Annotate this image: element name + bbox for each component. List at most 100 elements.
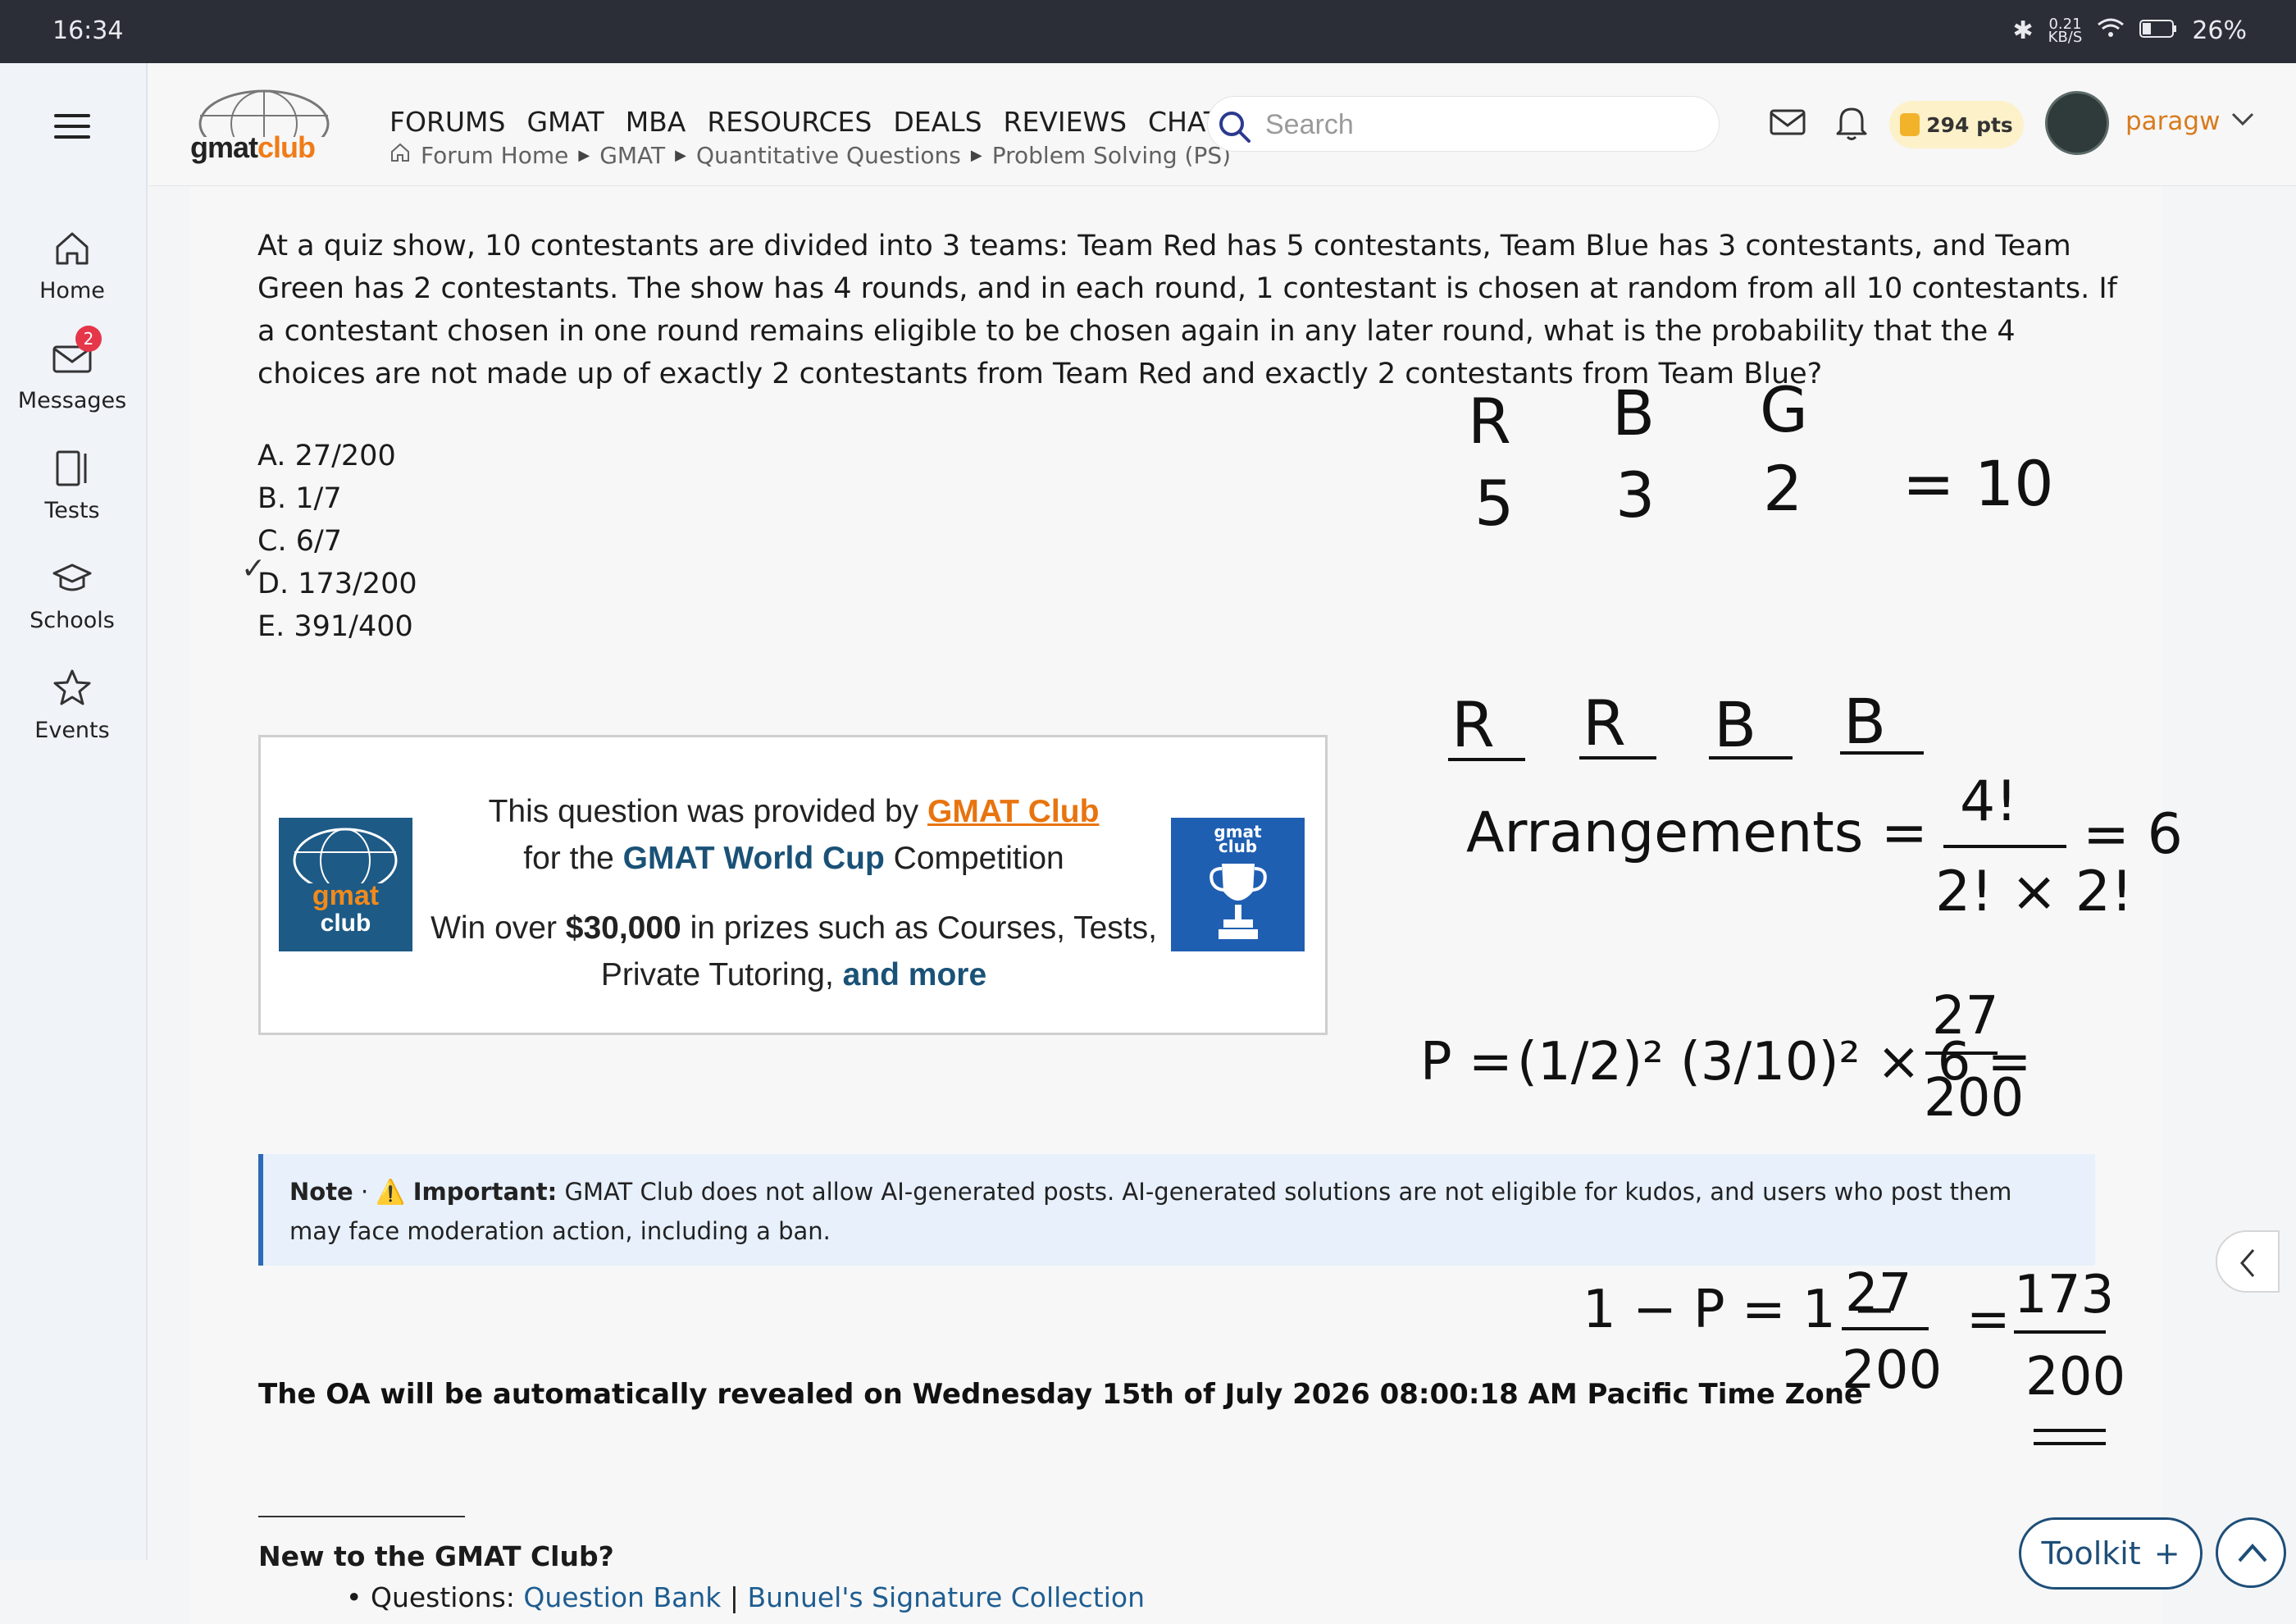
hw-total: = 10 <box>1902 447 2054 520</box>
hw-comp-num1: 27 <box>1845 1263 1911 1324</box>
hw-p-num: 27 <box>1932 986 1998 1047</box>
prize-amount: $30,000 <box>565 910 681 946</box>
hw-comp-eq: = <box>1966 1289 2011 1350</box>
question-text: At a quiz show, 10 contestants are divid… <box>257 230 2117 390</box>
breadcrumb: Forum Home ▶ GMAT ▶ Quantitative Questio… <box>390 142 1231 169</box>
breadcrumb-separator-icon: ▶ <box>578 147 590 164</box>
sidebar-item-label: Messages <box>17 388 127 413</box>
handwritten-solution: R B G 5 3 2 = 10 R R B B Arrangements = … <box>1420 377 2183 1445</box>
hw-comp-den2: 200 <box>2025 1347 2125 1407</box>
hw-comp-den1: 200 <box>1842 1340 1942 1401</box>
battery-icon <box>2139 16 2177 45</box>
option-a: A. 27/200 <box>257 440 396 472</box>
chevron-left-icon <box>2240 1249 2255 1277</box>
coin-icon <box>1900 113 1920 136</box>
hw-slot-1: R <box>1451 688 1495 761</box>
mail-icon: 2 <box>51 326 102 380</box>
top-nav: FORUMS GMAT MBA RESOURCES DEALS REVIEWS … <box>390 106 1220 138</box>
globe-icon <box>198 89 330 158</box>
logo-text-club: club <box>320 910 371 937</box>
scroll-to-top-button[interactable] <box>2216 1517 2286 1588</box>
nav-resources[interactable]: RESOURCES <box>707 106 872 138</box>
breadcrumb-home-icon[interactable] <box>390 142 411 169</box>
nav-forums[interactable]: FORUMS <box>390 106 505 138</box>
warning-icon: ⚠️ <box>376 1178 406 1206</box>
logo-text-club: club <box>1218 837 1258 856</box>
sidebar-item-label: Events <box>34 718 110 743</box>
bell-icon[interactable] <box>1834 103 1869 145</box>
gmatclub-logo[interactable]: gmatclub <box>190 88 338 164</box>
points-badge[interactable]: 294 pts <box>1889 101 2024 148</box>
wifi-icon <box>2097 16 2125 45</box>
hw-p-den: 200 <box>1924 1068 2024 1129</box>
sidebar-item-home[interactable]: Home <box>0 227 144 303</box>
sidebar-item-schools[interactable]: Schools <box>0 557 144 633</box>
important-label: Important: <box>412 1178 558 1206</box>
left-sidebar: Home 2 Messages Tests Schools Events <box>0 63 148 1560</box>
handwritten-check-icon: ✓ <box>241 552 266 586</box>
hw-count-r: 5 <box>1474 467 1514 540</box>
world-cup-logo-tile: gmat club <box>1171 818 1305 951</box>
hw-header-b: B <box>1612 377 1655 449</box>
and-more-link[interactable]: and more <box>843 957 987 992</box>
search-box[interactable] <box>1207 96 1720 152</box>
promo-banner[interactable]: gmat club This question was provided by … <box>258 735 1328 1035</box>
hw-arr-den: 2! × 2! <box>1935 860 2133 924</box>
gmatclub-link[interactable]: GMAT Club <box>927 794 1099 829</box>
gmatclub-logo-tile: gmat club <box>279 818 412 951</box>
promo-text: This question was provided by GMAT Club … <box>430 794 1157 992</box>
nav-gmat[interactable]: GMAT <box>526 106 604 138</box>
hw-header-g: G <box>1760 377 1808 446</box>
hw-comp-num2: 173 <box>2014 1265 2114 1325</box>
hw-arr-result: = 6 <box>2083 802 2183 867</box>
star-icon <box>51 667 93 709</box>
home-icon <box>51 227 93 270</box>
breadcrumb-ps[interactable]: Problem Solving (PS) <box>992 142 1231 169</box>
hw-p-label: P = <box>1420 1032 1513 1093</box>
breadcrumb-separator-icon: ▶ <box>675 147 686 164</box>
chevron-up-icon <box>2238 1543 2267 1562</box>
nav-mba[interactable]: MBA <box>626 106 686 138</box>
side-panel-toggle[interactable] <box>2216 1230 2280 1293</box>
logo-text-gmat: gmat <box>312 880 380 911</box>
site-header: gmatclub FORUMS GMAT MBA RESOURCES DEALS… <box>149 63 2296 186</box>
search-input[interactable] <box>1265 105 1692 144</box>
hw-slot-3: B <box>1714 688 1756 761</box>
sidebar-item-label: Tests <box>44 498 100 523</box>
logo-text-club: club <box>257 130 316 164</box>
nav-deals[interactable]: DEALS <box>893 106 982 138</box>
chevron-down-icon[interactable] <box>2230 111 2255 130</box>
inbox-icon[interactable] <box>1769 106 1806 142</box>
search-icon <box>1216 108 1252 148</box>
breadcrumb-quant[interactable]: Quantitative Questions <box>696 142 961 169</box>
answer-options: A. 27/200 B. 1/7 C. 6/7 D. 173/200 E. 39… <box>241 435 417 648</box>
avatar[interactable] <box>2045 91 2109 155</box>
trophy-icon <box>1210 864 1267 939</box>
status-bar: 16:34 ✱ 0.21 KB/S 26% <box>0 0 2296 63</box>
nav-reviews[interactable]: REVIEWS <box>1004 106 1128 138</box>
battery-percent: 26% <box>2192 16 2247 45</box>
hw-arrangements-label: Arrangements = <box>1466 801 1928 865</box>
option-d: D. 173/200 <box>257 568 417 600</box>
sidebar-item-tests[interactable]: Tests <box>0 447 144 523</box>
toolkit-button[interactable]: Toolkit + <box>2019 1517 2203 1590</box>
logo-text-gmat: gmat <box>190 130 258 164</box>
hw-count-b: 3 <box>1615 458 1655 531</box>
world-cup-label: GMAT World Cup <box>622 841 885 876</box>
sidebar-item-messages[interactable]: 2 Messages <box>0 326 144 413</box>
menu-icon[interactable] <box>54 114 90 146</box>
status-time: 16:34 <box>52 16 124 45</box>
bullet: • <box>346 1581 371 1613</box>
bluetooth-icon: ✱ <box>2012 16 2034 45</box>
hw-arr-num: 4! <box>1960 769 2018 834</box>
status-icons: ✱ 0.21 KB/S 26% <box>2013 16 2247 45</box>
sidebar-item-events[interactable]: Events <box>0 667 144 743</box>
question-bank-link[interactable]: Question Bank <box>523 1581 721 1613</box>
breadcrumb-gmat[interactable]: GMAT <box>599 142 665 169</box>
option-b: B. 1/7 <box>257 482 342 515</box>
net-speed: 0.21 KB/S <box>2048 15 2083 46</box>
bunuel-collection-link[interactable]: Bunuel's Signature Collection <box>747 1581 1145 1613</box>
tests-icon <box>51 447 93 490</box>
username[interactable]: paragw <box>2125 107 2220 136</box>
breadcrumb-forum-home[interactable]: Forum Home <box>421 142 568 169</box>
